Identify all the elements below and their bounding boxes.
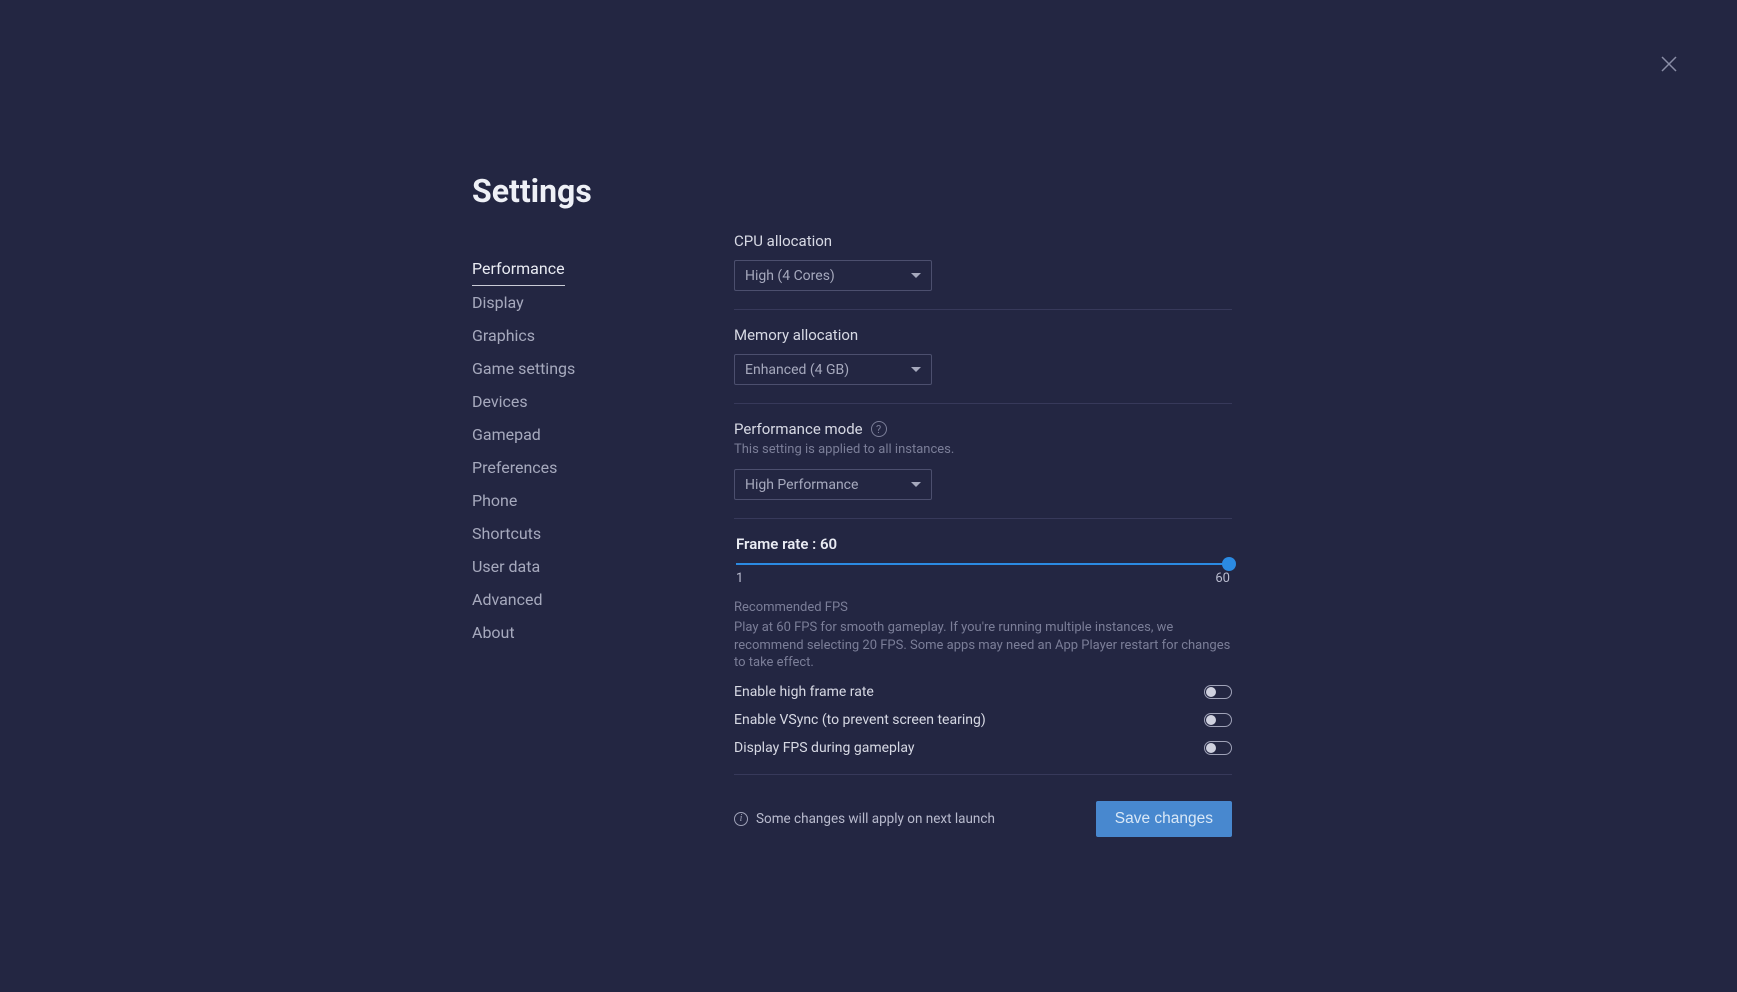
- chevron-down-icon: [911, 367, 921, 372]
- performance-mode-section: Performance mode ? This setting is appli…: [734, 420, 1232, 519]
- frame-rate-min: 1: [736, 571, 743, 586]
- nav-item-gamepad[interactable]: Gamepad: [472, 418, 541, 451]
- performance-mode-label: Performance mode ?: [734, 420, 1232, 438]
- toggle-label-display-fps: Display FPS during gameplay: [734, 740, 914, 756]
- frame-rate-range: 1 60: [734, 571, 1232, 586]
- sidebar: Settings Performance Display Graphics Ga…: [472, 172, 712, 837]
- toggle-knob: [1206, 715, 1216, 725]
- toggle-label-vsync: Enable VSync (to prevent screen tearing): [734, 712, 986, 728]
- toggle-high-frame-rate[interactable]: [1204, 685, 1232, 699]
- nav-item-graphics[interactable]: Graphics: [472, 319, 535, 352]
- close-icon: [1657, 52, 1681, 76]
- memory-select-value: Enhanced (4 GB): [745, 362, 849, 378]
- frame-rate-slider[interactable]: [736, 563, 1230, 565]
- toggle-row-display-fps: Display FPS during gameplay: [734, 740, 1232, 756]
- nav-item-user-data[interactable]: User data: [472, 550, 540, 583]
- nav-item-about[interactable]: About: [472, 616, 515, 649]
- nav-item-game-settings[interactable]: Game settings: [472, 352, 575, 385]
- cpu-section: CPU allocation High (4 Cores): [734, 232, 1232, 310]
- nav-item-advanced[interactable]: Advanced: [472, 583, 543, 616]
- footer-note-text: Some changes will apply on next launch: [756, 811, 995, 827]
- frame-rate-value: 60: [820, 535, 837, 553]
- nav-item-preferences[interactable]: Preferences: [472, 451, 557, 484]
- recommended-fps-title: Recommended FPS: [734, 600, 1232, 615]
- nav-item-performance[interactable]: Performance: [472, 252, 565, 286]
- info-icon: i: [734, 812, 748, 826]
- nav-item-devices[interactable]: Devices: [472, 385, 528, 418]
- memory-section: Memory allocation Enhanced (4 GB): [734, 326, 1232, 404]
- save-changes-button[interactable]: Save changes: [1096, 801, 1232, 837]
- frame-rate-label-prefix: Frame rate :: [736, 535, 820, 553]
- footer-note: i Some changes will apply on next launch: [734, 811, 995, 827]
- frame-rate-max: 60: [1215, 571, 1230, 586]
- memory-label: Memory allocation: [734, 326, 1232, 344]
- cpu-select[interactable]: High (4 Cores): [734, 260, 932, 291]
- memory-select[interactable]: Enhanced (4 GB): [734, 354, 932, 385]
- chevron-down-icon: [911, 482, 921, 487]
- toggle-label-high-frame-rate: Enable high frame rate: [734, 684, 874, 700]
- cpu-label: CPU allocation: [734, 232, 1232, 250]
- recommended-fps-body: Play at 60 FPS for smooth gameplay. If y…: [734, 619, 1232, 672]
- performance-mode-select-value: High Performance: [745, 477, 858, 493]
- footer: i Some changes will apply on next launch…: [734, 801, 1232, 837]
- frame-rate-label: Frame rate : 60: [736, 535, 1232, 553]
- frame-rate-slider-thumb[interactable]: [1222, 557, 1236, 571]
- toggle-knob: [1206, 743, 1216, 753]
- nav-list: Performance Display Graphics Game settin…: [472, 252, 687, 649]
- nav-item-display[interactable]: Display: [472, 286, 524, 319]
- performance-mode-sublabel: This setting is applied to all instances…: [734, 442, 1232, 457]
- performance-mode-label-text: Performance mode: [734, 420, 863, 438]
- close-button[interactable]: [1657, 52, 1681, 76]
- toggle-row-high-frame-rate: Enable high frame rate: [734, 684, 1232, 700]
- nav-item-phone[interactable]: Phone: [472, 484, 517, 517]
- performance-mode-select[interactable]: High Performance: [734, 469, 932, 500]
- cpu-select-value: High (4 Cores): [745, 268, 835, 284]
- nav-item-shortcuts[interactable]: Shortcuts: [472, 517, 541, 550]
- frame-rate-section: Frame rate : 60 1 60 Recommended FPS Pla…: [734, 535, 1232, 775]
- page-title: Settings: [472, 172, 687, 210]
- toggle-vsync[interactable]: [1204, 713, 1232, 727]
- chevron-down-icon: [911, 273, 921, 278]
- toggle-display-fps[interactable]: [1204, 741, 1232, 755]
- toggle-knob: [1206, 687, 1216, 697]
- toggle-row-vsync: Enable VSync (to prevent screen tearing): [734, 712, 1232, 728]
- help-icon[interactable]: ?: [871, 421, 887, 437]
- main-panel: CPU allocation High (4 Cores) Memory all…: [712, 172, 1232, 837]
